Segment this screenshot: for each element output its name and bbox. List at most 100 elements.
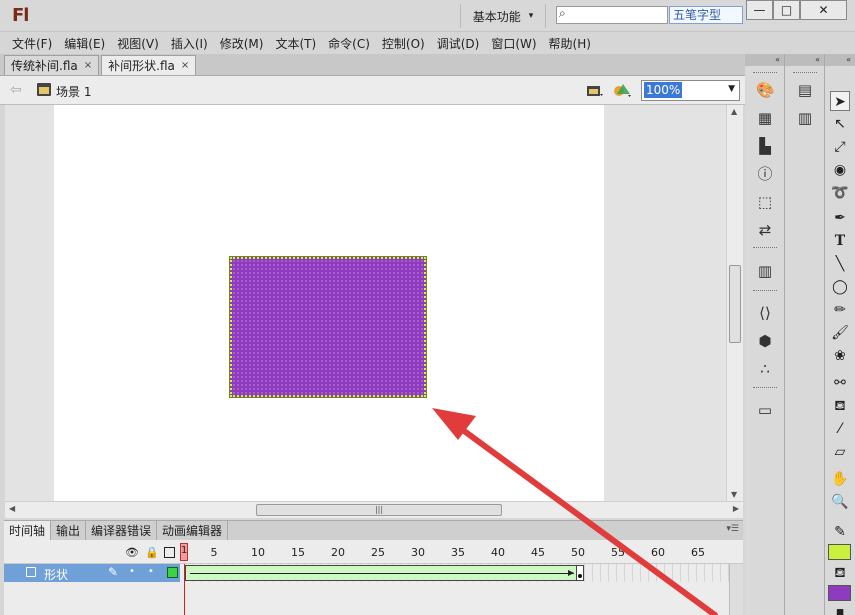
library-icon[interactable]: ▥ bbox=[796, 109, 814, 127]
eyedropper-tool-icon[interactable]: ⁄ bbox=[830, 419, 850, 439]
grip[interactable] bbox=[753, 387, 777, 390]
panel-menu-icon[interactable]: ▾☰ bbox=[726, 524, 739, 534]
align-icon[interactable]: ▙ bbox=[756, 137, 774, 155]
end-keyframe[interactable] bbox=[576, 565, 584, 581]
subselection-tool-icon[interactable]: ↖ bbox=[830, 114, 850, 134]
tab-compiler-errors[interactable]: 编译器错误 bbox=[86, 521, 158, 540]
bone-tool-icon[interactable]: ⚯ bbox=[830, 373, 850, 393]
help-search-input[interactable]: ⌕ bbox=[556, 6, 668, 24]
edit-symbols-icon[interactable] bbox=[613, 82, 633, 98]
outline-color-toggle[interactable] bbox=[167, 567, 178, 578]
pen-tool-icon[interactable]: ✒ bbox=[830, 208, 850, 228]
text-tool-icon[interactable]: T bbox=[830, 231, 850, 251]
menu-window[interactable]: 窗口(W) bbox=[485, 35, 542, 52]
code-snippets-icon[interactable]: ⇄ bbox=[756, 221, 774, 239]
scroll-up-icon[interactable]: ▲ bbox=[731, 107, 737, 116]
scroll-down-icon[interactable]: ▼ bbox=[731, 490, 737, 499]
close-button[interactable]: ✕ bbox=[800, 0, 847, 20]
grip[interactable] bbox=[753, 72, 777, 75]
playhead[interactable]: 1 bbox=[180, 543, 188, 561]
transform-icon[interactable]: ⬚ bbox=[756, 193, 774, 211]
fill-color-icon[interactable]: ⛾ bbox=[830, 563, 850, 583]
line-tool-icon[interactable]: ╲ bbox=[830, 254, 850, 274]
tab-motion-editor[interactable]: 动画编辑器 bbox=[157, 521, 229, 540]
menu-help[interactable]: 帮助(H) bbox=[543, 35, 597, 52]
scroll-thumb[interactable] bbox=[729, 265, 741, 343]
close-icon[interactable]: × bbox=[181, 60, 189, 71]
lock-icon[interactable]: 🔒 bbox=[145, 546, 159, 559]
back-arrow-icon[interactable]: ⇦ bbox=[10, 82, 22, 98]
menu-file[interactable]: 文件(F) bbox=[6, 35, 58, 52]
actions-icon[interactable]: ⟨⟩ bbox=[756, 304, 774, 322]
paint-bucket-tool-icon[interactable]: ⛾ bbox=[830, 396, 850, 416]
outline-icon[interactable] bbox=[164, 547, 175, 558]
visibility-toggle[interactable]: • bbox=[129, 566, 135, 577]
grip[interactable] bbox=[793, 72, 817, 75]
fill-color-swatch[interactable] bbox=[828, 585, 851, 601]
stage-vertical-scrollbar[interactable]: ▲ ▼ bbox=[726, 105, 743, 501]
close-icon[interactable]: × bbox=[84, 60, 92, 71]
menu-view[interactable]: 视图(V) bbox=[111, 35, 165, 52]
tab-output[interactable]: 输出 bbox=[51, 521, 87, 540]
hand-tool-icon[interactable]: ✋ bbox=[830, 469, 850, 489]
grip[interactable] bbox=[753, 290, 777, 293]
deco-tool-icon[interactable]: ❀ bbox=[830, 346, 850, 366]
properties-icon[interactable]: ▤ bbox=[796, 81, 814, 99]
workspace-switcher[interactable]: 基本功能 ▾ bbox=[460, 4, 546, 28]
scroll-right-icon[interactable]: ▶ bbox=[733, 504, 739, 513]
lasso-tool-icon[interactable]: ➰ bbox=[830, 183, 850, 203]
ruler-tick: 10 bbox=[251, 546, 265, 559]
menu-commands[interactable]: 命令(C) bbox=[322, 35, 376, 52]
menu-insert[interactable]: 插入(I) bbox=[165, 35, 214, 52]
layer-icon bbox=[26, 567, 36, 577]
stage-canvas[interactable] bbox=[54, 105, 604, 501]
stage-horizontal-scrollbar[interactable]: ◀ ||| ▶ bbox=[5, 501, 743, 518]
zoom-select[interactable]: 100% ▼ bbox=[641, 80, 740, 101]
swatches-icon[interactable]: ▦ bbox=[756, 109, 774, 127]
lock-toggle[interactable]: • bbox=[148, 566, 154, 577]
stroke-color-swatch[interactable] bbox=[828, 544, 851, 560]
project-icon[interactable]: ▭ bbox=[756, 401, 774, 419]
components-icon[interactable]: ⬢ bbox=[756, 332, 774, 350]
maximize-button[interactable]: □ bbox=[773, 0, 800, 20]
menu-text[interactable]: 文本(T) bbox=[269, 35, 322, 52]
3d-rotation-tool-icon[interactable]: ◉ bbox=[830, 160, 850, 180]
menu-modify[interactable]: 修改(M) bbox=[214, 35, 270, 52]
edit-scene-icon[interactable] bbox=[586, 82, 604, 98]
eye-icon[interactable]: 👁 bbox=[125, 546, 139, 559]
info-icon[interactable]: ⓘ bbox=[756, 165, 774, 183]
library-icon[interactable]: ▥ bbox=[756, 262, 774, 280]
zoom-tool-icon[interactable]: 🔍 bbox=[830, 492, 850, 512]
collapse-icon[interactable]: « bbox=[745, 54, 784, 66]
stroke-color-icon[interactable]: ✎ bbox=[830, 522, 850, 542]
brush-tool-icon[interactable]: 🖌 bbox=[830, 323, 850, 343]
collapse-icon[interactable]: « bbox=[825, 54, 855, 66]
minimize-button[interactable]: — bbox=[746, 0, 773, 20]
grip[interactable] bbox=[753, 247, 777, 250]
chevron-down-icon: ▼ bbox=[728, 84, 735, 94]
ruler-tick: 25 bbox=[371, 546, 385, 559]
layer-name[interactable]: 形状 bbox=[44, 566, 68, 583]
tab-shape-tween[interactable]: 补间形状.fla × bbox=[101, 55, 197, 75]
oval-tool-icon[interactable]: ◯ bbox=[830, 277, 850, 297]
scene-icon bbox=[37, 83, 51, 96]
selection-tool-icon[interactable]: ➤ bbox=[830, 91, 850, 111]
eraser-tool-icon[interactable]: ▱ bbox=[830, 442, 850, 462]
menu-debug[interactable]: 调试(D) bbox=[431, 35, 486, 52]
scroll-left-icon[interactable]: ◀ bbox=[9, 504, 15, 513]
timeline-scrollbar[interactable] bbox=[729, 564, 743, 615]
menu-control[interactable]: 控制(O) bbox=[376, 35, 431, 52]
ruler-tick: 50 bbox=[571, 546, 585, 559]
motion-presets-icon[interactable]: ∴ bbox=[756, 360, 774, 378]
pencil-tool-icon[interactable]: ✏ bbox=[830, 300, 850, 320]
scroll-thumb[interactable]: ||| bbox=[256, 504, 502, 516]
swap-colors-icon[interactable]: ◼ bbox=[830, 603, 850, 615]
tab-timeline[interactable]: 时间轴 bbox=[4, 521, 52, 540]
collapse-icon[interactable]: « bbox=[785, 54, 824, 66]
free-transform-tool-icon[interactable]: ⤢ bbox=[830, 137, 850, 157]
tab-classic-tween[interactable]: 传统补间.fla × bbox=[4, 55, 100, 75]
color-icon[interactable]: 🎨 bbox=[756, 81, 775, 99]
layer-row[interactable]: 形状 ✎ • • bbox=[4, 564, 180, 582]
purple-rectangle-shape[interactable] bbox=[230, 257, 426, 397]
menu-edit[interactable]: 编辑(E) bbox=[58, 35, 111, 52]
